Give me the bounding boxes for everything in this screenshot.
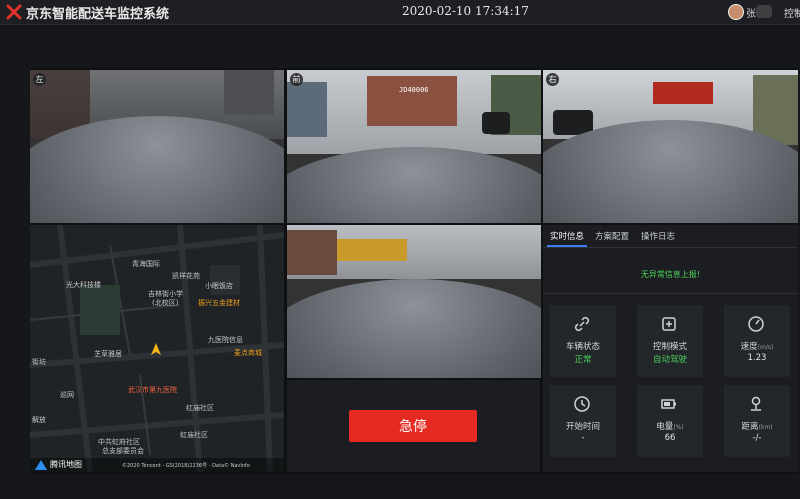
card-vehicle-status: 车辆状态 正常: [550, 305, 616, 377]
user-avatar[interactable]: [728, 4, 744, 20]
camera-right-label: 右: [546, 73, 559, 86]
start-time-value: -: [581, 433, 585, 443]
tab-realtime-info[interactable]: 实时信息: [550, 230, 584, 242]
active-tab-indicator: [547, 245, 587, 247]
camera-left-label: 左: [33, 73, 46, 86]
map-label-xunwu: 巡网: [60, 391, 74, 399]
vehicle-status-value: 正常: [574, 355, 592, 365]
nav-control-link[interactable]: 控制: [784, 5, 800, 20]
battery-unit: (%): [673, 424, 684, 431]
card-battery: 电量(%) 66: [637, 385, 703, 457]
camera-front-label: 前: [290, 73, 303, 86]
map-brand: 腾讯地图: [50, 460, 82, 469]
card-distance: 距离(km) -/-: [724, 385, 790, 457]
tab-operation-log[interactable]: 操作日志: [641, 230, 675, 242]
map-label-xiaomian: 小眠饭店: [205, 282, 233, 290]
control-mode-icon: [662, 317, 676, 331]
map-label-jiedian: 麦点商城: [234, 349, 262, 357]
map-label-yingtai: 芝草雅居: [94, 350, 122, 358]
map-label-kaixiang: 凯祥花苑: [172, 272, 200, 280]
tencent-map-icon: [35, 460, 47, 470]
map-footer: 腾讯地图 ©2020 Tencent - GS(2018)2236号 - Dat…: [30, 458, 284, 472]
emergency-stop-button[interactable]: 急停: [349, 410, 477, 442]
map-label-jiefang2: 街坊: [32, 358, 46, 366]
battery-value: 66: [664, 433, 676, 443]
speed-label: 速度(m/s): [740, 342, 774, 352]
speed-unit: (m/s): [757, 344, 774, 351]
link-icon: [574, 316, 590, 332]
user-name-redacted: [756, 5, 772, 18]
distance-unit: (km): [758, 424, 773, 431]
alert-status-text: 无异常信息上报!: [640, 270, 701, 279]
location-pin-icon: [751, 396, 761, 411]
clock-icon: [574, 396, 590, 412]
camera-front-feed[interactable]: JD40006 前: [287, 70, 541, 223]
camera-rear-feed[interactable]: [287, 225, 541, 378]
card-start-time: 开始时间 -: [550, 385, 616, 457]
user-name[interactable]: 张: [746, 5, 756, 20]
info-panel: 实时信息 方案配置 操作日志 无异常信息上报! 车辆状态 正常 控制模式 自动驾…: [543, 225, 798, 472]
map-label-qinghai: 青海国际: [132, 260, 160, 268]
jd-logo-icon: [6, 4, 22, 20]
info-divider: [543, 293, 798, 294]
info-tabs: 实时信息 方案配置 操作日志: [543, 225, 798, 248]
speed-value: 1.23: [747, 353, 767, 363]
map-label-hongmiao2: 虹庙社区: [180, 431, 208, 439]
app-title: 京东智能配送车监控系统: [26, 7, 170, 22]
map-copyright: ©2020 Tencent - GS(2018)2236号 - Data© Na…: [122, 463, 250, 469]
map-label-hongmiao: 红庙社区: [186, 404, 214, 412]
top-bar: 京东智能配送车监控系统 2020-02-10 17:34:17 张 控制: [0, 0, 800, 25]
datetime-display: 2020-02-10 17:34:17: [402, 4, 529, 18]
control-mode-label: 控制模式: [652, 342, 687, 352]
map-label-zongzhi: 总支部委员会: [102, 447, 144, 455]
map-label-jiefang: 解放: [32, 416, 46, 424]
vehicle-status-label: 车辆状态: [565, 342, 600, 352]
start-time-label: 开始时间: [565, 422, 600, 432]
card-control-mode: 控制模式 自动驾驶: [637, 305, 703, 377]
battery-label: 电量(%): [656, 422, 684, 432]
distance-value: -/-: [752, 433, 762, 443]
map-label-zhenxing: 振兴五金建材: [198, 299, 240, 307]
camera-right-feed[interactable]: 右: [543, 70, 798, 223]
map-label-jiuyuan: 九医院信息: [208, 336, 243, 344]
map-label-jilinjie-sub: (北校区): [152, 299, 179, 307]
map-label-guangda: 光大科技楼: [66, 281, 101, 289]
control-mode-value: 自动驾驶: [652, 355, 687, 365]
distance-label: 距离(km): [741, 422, 773, 432]
map-view[interactable]: 光大科技楼 青海国际 凯祥花苑 小眠饭店 吉林街小学 (北校区) 振兴五金建材 …: [30, 225, 284, 472]
card-speed: 速度(m/s) 1.23: [724, 305, 790, 377]
camera-left-feed[interactable]: 左: [30, 70, 284, 223]
speedometer-icon: [748, 316, 764, 332]
map-label-wuhan9: 武汉市第九医院: [128, 386, 177, 394]
tab-plan-config[interactable]: 方案配置: [595, 230, 629, 242]
control-pane: 急停: [287, 380, 540, 472]
battery-icon: [661, 399, 676, 409]
front-plate-label: JD40006: [399, 86, 429, 94]
